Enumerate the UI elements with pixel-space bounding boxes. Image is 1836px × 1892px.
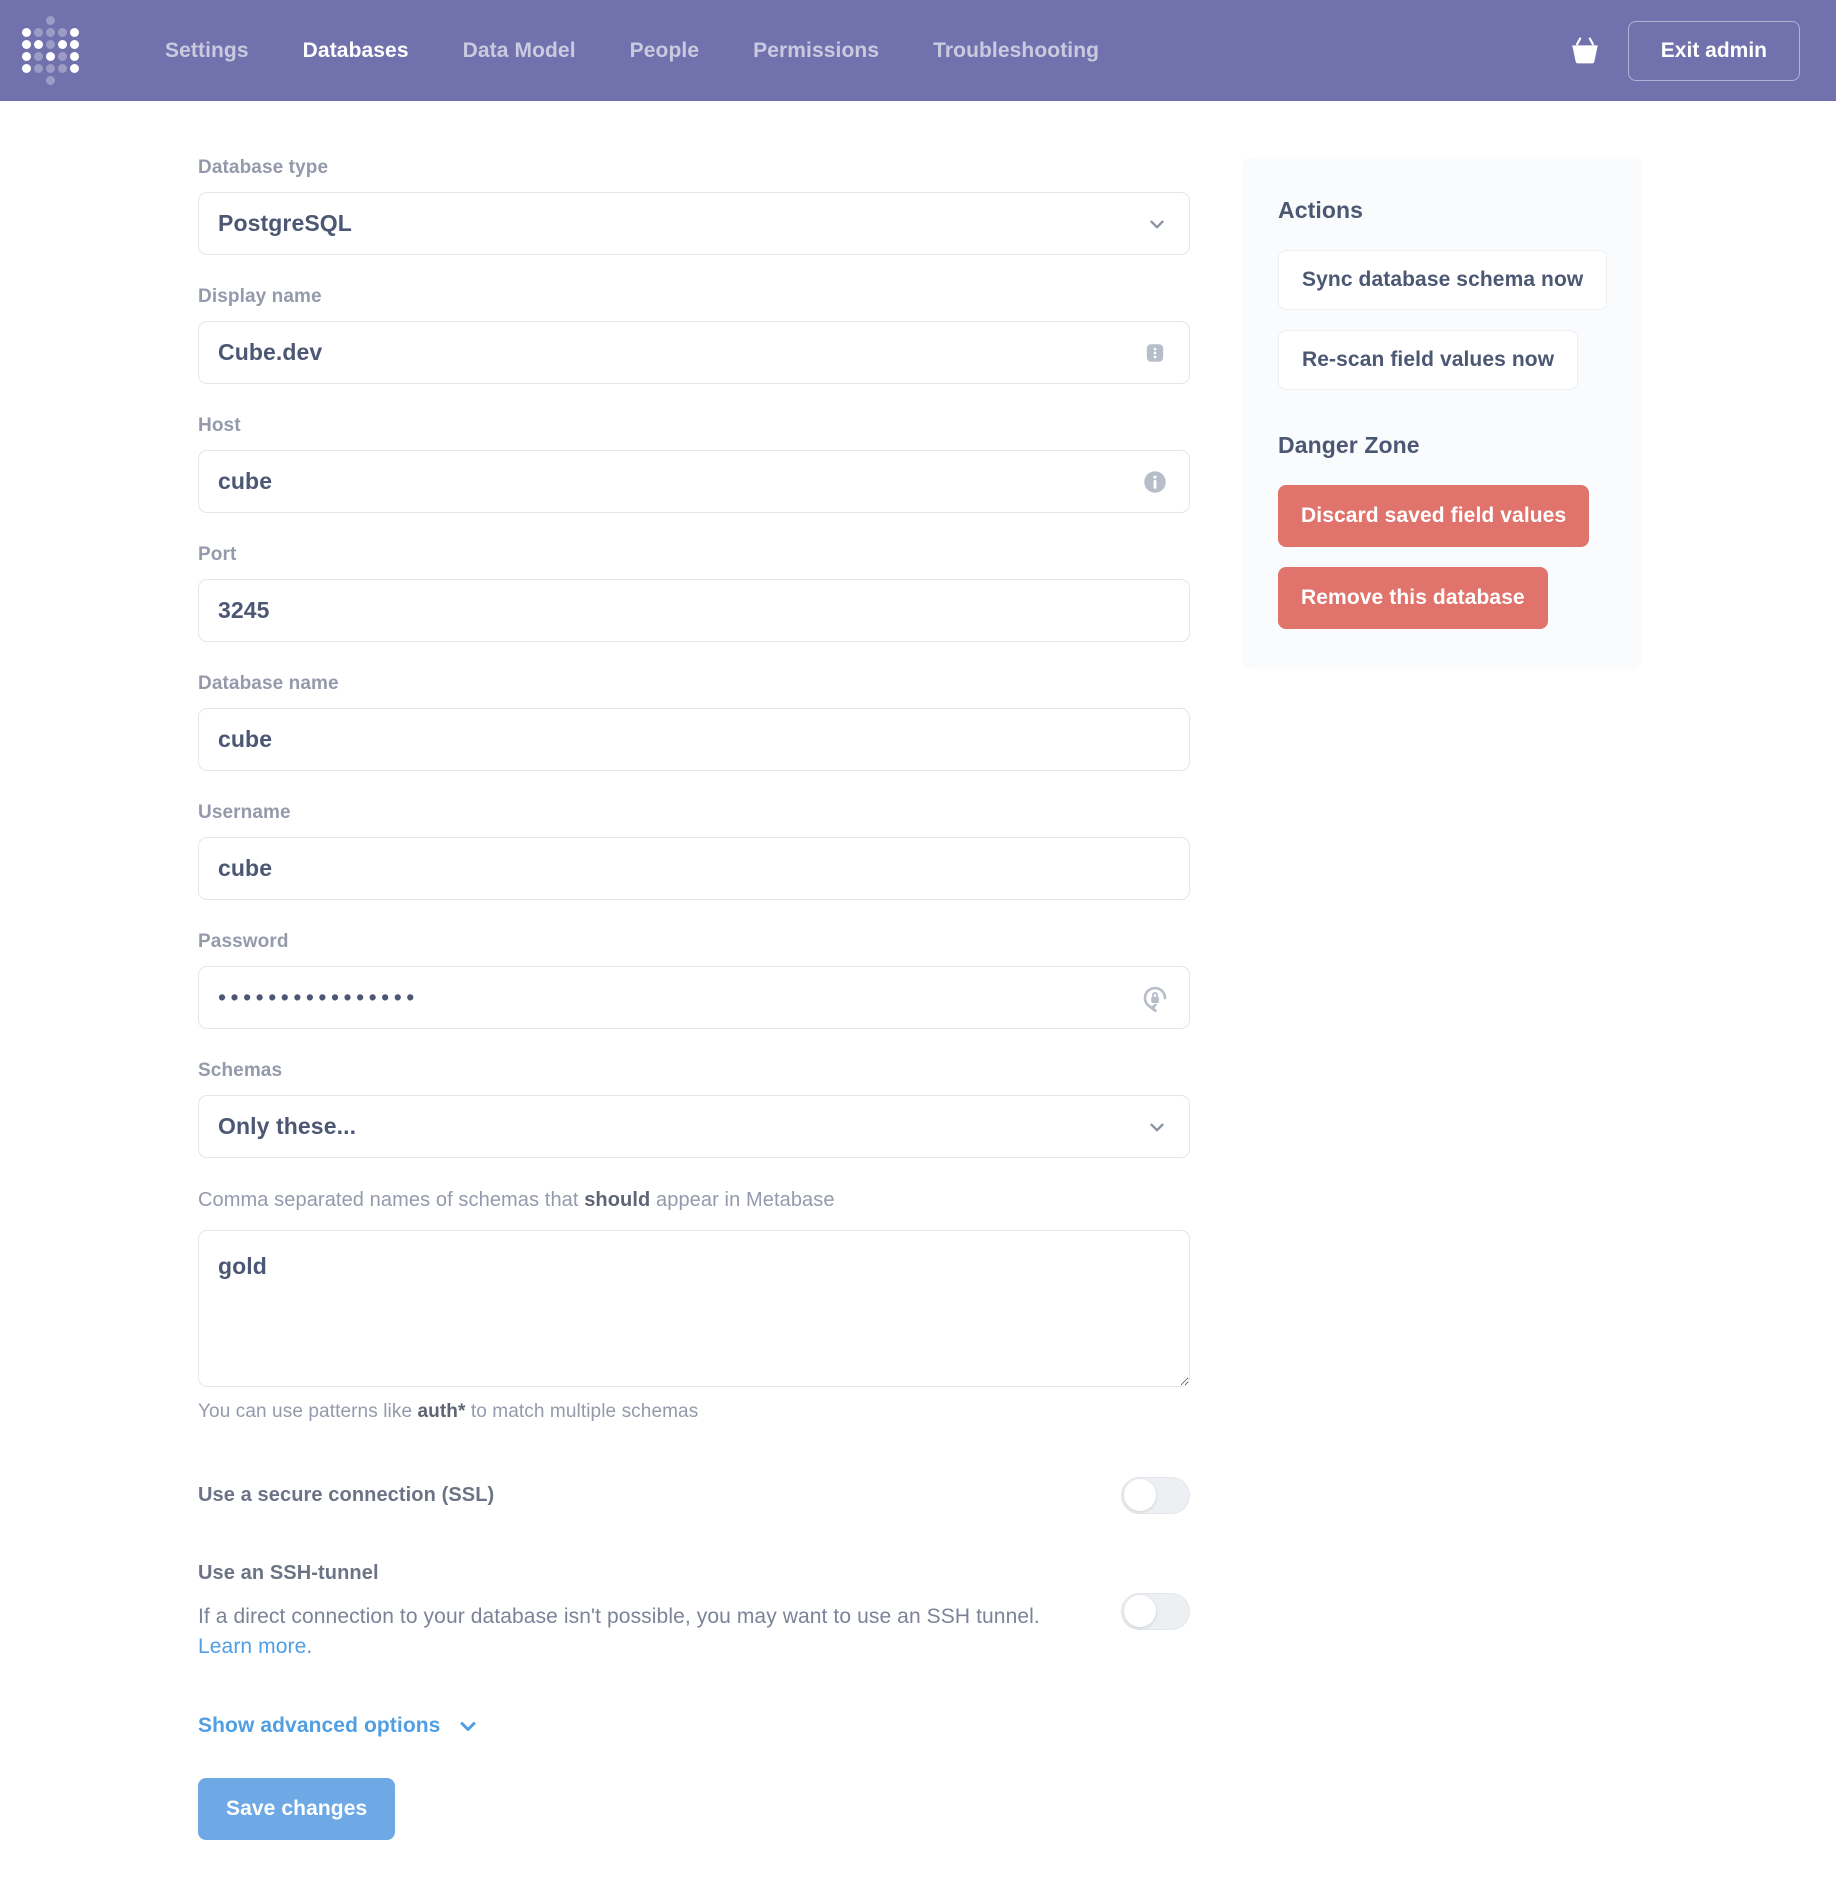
ssh-toggle-switch[interactable] xyxy=(1121,1593,1190,1631)
field-database-name: Database name xyxy=(198,673,1190,771)
password-input-shell[interactable]: •••••••••••••••• xyxy=(198,966,1190,1029)
schemas-hint-bold: auth* xyxy=(417,1401,466,1422)
port-input-shell xyxy=(198,579,1190,642)
database-type-value[interactable] xyxy=(199,193,1189,254)
sync-database-schema-button[interactable]: Sync database schema now xyxy=(1278,250,1608,310)
ssh-description-text: If a direct connection to your database … xyxy=(198,1605,1040,1628)
basket-icon[interactable] xyxy=(1568,34,1602,68)
show-advanced-options-label: Show advanced options xyxy=(198,1713,441,1737)
field-schemas: Schemas xyxy=(198,1060,1190,1158)
rescan-field-values-button[interactable]: Re-scan field values now xyxy=(1278,330,1579,390)
ssh-description: If a direct connection to your database … xyxy=(198,1602,1040,1662)
username-input[interactable] xyxy=(199,838,1189,899)
actions-card: Actions Sync database schema now Re-scan… xyxy=(1242,157,1642,669)
port-input[interactable] xyxy=(199,580,1189,641)
label-database-name: Database name xyxy=(198,673,339,694)
discard-saved-field-values-button[interactable]: Discard saved field values xyxy=(1278,485,1590,547)
field-password: Password •••••••••••••••• xyxy=(198,931,1190,1029)
remove-database-button[interactable]: Remove this database xyxy=(1278,567,1548,629)
metabase-dots-logo-icon xyxy=(21,16,79,85)
chevron-down-icon[interactable] xyxy=(1146,213,1168,235)
label-password: Password xyxy=(198,931,289,952)
actions-title: Actions xyxy=(1278,197,1364,223)
label-username: Username xyxy=(198,802,291,823)
field-port: Port xyxy=(198,544,1190,642)
admin-nav-bar: Settings Databases Data Model People Per… xyxy=(0,0,1836,101)
ssl-toggle-label: Use a secure connection (SSL) xyxy=(198,1484,495,1506)
ssh-toggle-label: Use an SSH-tunnel xyxy=(198,1562,379,1584)
field-display-name: Display name xyxy=(198,286,1190,384)
label-database-type: Database type xyxy=(198,157,329,178)
schemas-pattern-hint: You can use patterns like auth* to match… xyxy=(198,1401,1190,1423)
ssh-block: Use an SSH-tunnel If a direct connection… xyxy=(198,1562,1040,1662)
schemas-helper-suffix: appear in Metabase xyxy=(650,1189,835,1211)
nav-item-data-model[interactable]: Data Model xyxy=(436,29,603,73)
schemas-select[interactable] xyxy=(198,1095,1190,1158)
sidebar-column: Actions Sync database schema now Re-scan… xyxy=(1242,157,1642,669)
ssh-learn-more-link[interactable]: Learn more xyxy=(198,1635,306,1658)
schemas-hint-prefix: You can use patterns like xyxy=(198,1401,418,1422)
chevron-down-icon[interactable] xyxy=(1146,1116,1168,1138)
schemas-textarea[interactable] xyxy=(198,1230,1190,1387)
schemas-hint-suffix: to match multiple schemas xyxy=(465,1401,699,1422)
ssl-toggle-switch[interactable] xyxy=(1121,1477,1190,1514)
nav-item-troubleshooting[interactable]: Troubleshooting xyxy=(906,29,1126,73)
username-input-shell xyxy=(198,837,1190,900)
admin-nav-links: Settings Databases Data Model People Per… xyxy=(138,29,1126,73)
nav-item-settings[interactable]: Settings xyxy=(138,29,276,73)
label-host: Host xyxy=(198,415,241,436)
info-vertical-icon[interactable] xyxy=(1140,338,1170,368)
exit-admin-button[interactable]: Exit admin xyxy=(1627,20,1800,81)
schemas-helper-bold: should xyxy=(584,1189,651,1211)
ssh-link-suffix: . xyxy=(306,1634,313,1658)
chevron-down-icon xyxy=(460,1721,476,1731)
ssl-toggle-row: Use a secure connection (SSL) xyxy=(198,1477,1190,1514)
label-display-name: Display name xyxy=(198,286,322,307)
display-name-input-shell xyxy=(198,321,1190,384)
nav-item-databases[interactable]: Databases xyxy=(276,29,436,73)
database-edit-page: Database type Display name xyxy=(0,101,1836,1840)
database-form: Database type Display name xyxy=(198,157,1190,1840)
host-input[interactable] xyxy=(199,451,1189,512)
host-input-shell xyxy=(198,450,1190,513)
field-username: Username xyxy=(198,802,1190,900)
label-port: Port xyxy=(198,544,237,565)
show-advanced-options-button[interactable]: Show advanced options xyxy=(198,1714,480,1738)
save-changes-button[interactable]: Save changes xyxy=(198,1777,396,1840)
danger-zone-title: Danger Zone xyxy=(1278,432,1420,458)
ssh-toggle-row: Use an SSH-tunnel If a direct connection… xyxy=(198,1562,1190,1662)
database-name-input[interactable] xyxy=(199,709,1189,770)
database-type-select[interactable] xyxy=(198,192,1190,255)
nav-item-permissions[interactable]: Permissions xyxy=(726,29,906,73)
schemas-helper-text: Comma separated names of schemas that sh… xyxy=(198,1189,1190,1212)
schemas-select-value[interactable] xyxy=(199,1096,1189,1157)
nav-item-people[interactable]: People xyxy=(603,29,726,73)
database-name-input-shell xyxy=(198,708,1190,771)
label-schemas: Schemas xyxy=(198,1060,283,1081)
schemas-helper-prefix: Comma separated names of schemas that xyxy=(198,1189,585,1211)
info-circle-icon[interactable] xyxy=(1140,467,1170,497)
field-host: Host xyxy=(198,415,1190,513)
password-input[interactable]: •••••••••••••••• xyxy=(199,984,419,1011)
field-database-type: Database type xyxy=(198,157,1190,255)
lock-reset-icon[interactable] xyxy=(1140,983,1170,1013)
metabase-logo[interactable] xyxy=(21,16,79,85)
admin-nav-right: Exit admin xyxy=(1568,20,1800,81)
display-name-input[interactable] xyxy=(199,322,1189,383)
